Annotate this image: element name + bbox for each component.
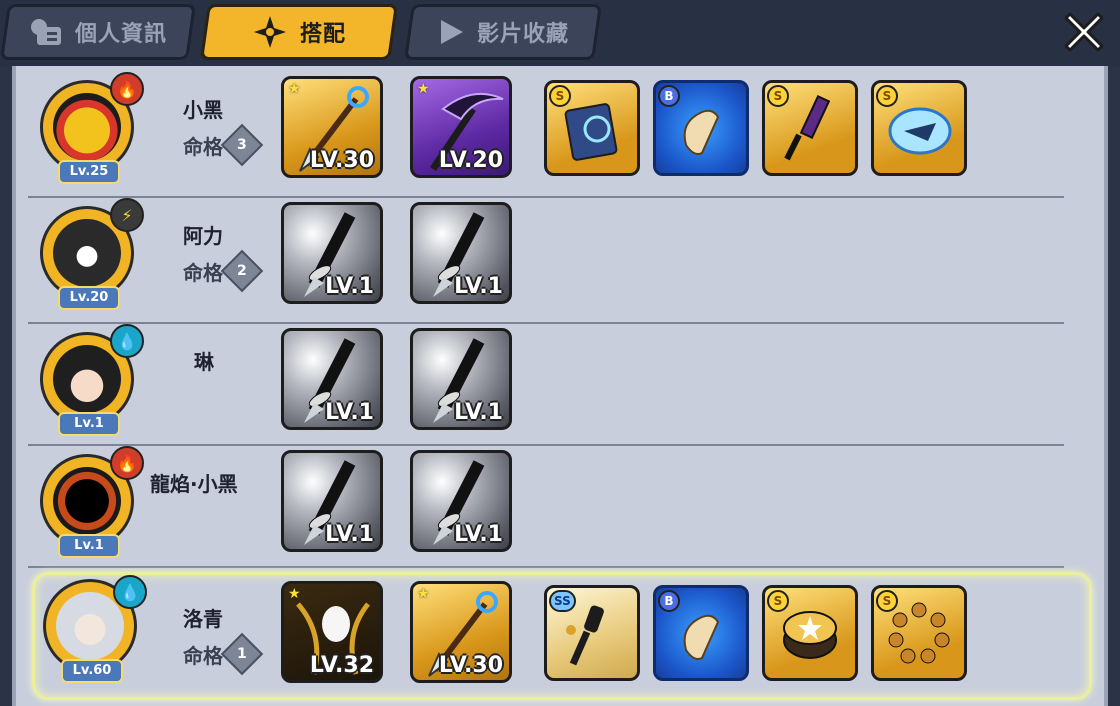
shuriken-icon (253, 16, 286, 48)
accessory-slot[interactable]: B (653, 585, 749, 681)
scepter-icon (566, 605, 604, 666)
accessory-slot[interactable]: B (653, 80, 749, 176)
tab-loadout[interactable]: 搭配 (200, 4, 398, 60)
character-row[interactable]: ⚡ Lv.20 阿力 命格 2 LV.1 LV.1 (28, 198, 1064, 324)
thunder-element-icon: ⚡ (110, 198, 144, 232)
character-row[interactable]: 🔥 Lv.1 龍焰·小黑 LV.1 LV.1 (28, 446, 1064, 572)
character-row-selected[interactable]: 💧 Lv.60 洛青 命格 1 ★ LV.32 ★ LV.30 SS B S S (32, 572, 1092, 700)
tab-videos-label: 影片收藏 (476, 22, 569, 47)
accessory-slot[interactable]: SS (544, 585, 640, 681)
weapon-level: LV.1 (454, 522, 503, 547)
fate-label-group: 命格 3 (183, 123, 264, 167)
fate-value: 2 (237, 263, 247, 279)
character-name: 琳 (194, 350, 214, 374)
star-drum-icon (783, 611, 837, 659)
profile-card-icon (30, 19, 61, 45)
fire-element-icon: 🔥 (110, 446, 144, 480)
magic-book-icon (564, 103, 618, 161)
character-name: 洛青 (183, 607, 223, 631)
scroll-icon (683, 109, 720, 155)
accessory-slot[interactable]: S (762, 585, 858, 681)
tab-profile-label: 個人資訊 (74, 22, 167, 47)
character-row[interactable]: 🔥 Lv.25 小黑 命格 3 ★ LV.30 ★ LV.20 S B S S (28, 72, 1064, 198)
level-badge: Lv.1 (58, 534, 120, 558)
weapon-level: LV.20 (438, 148, 503, 173)
weapon-level: LV.1 (325, 400, 374, 425)
weapon-slot[interactable]: ★ LV.20 (410, 76, 512, 178)
close-button[interactable] (1058, 6, 1110, 58)
accessory-slot[interactable]: S (871, 585, 967, 681)
play-icon (440, 20, 463, 44)
tab-profile[interactable]: 個人資訊 (0, 4, 196, 60)
weapon-level: LV.30 (438, 653, 503, 678)
fate-label: 命格 (183, 260, 223, 285)
level-badge: Lv.1 (58, 412, 120, 436)
bead-bracelet-icon (888, 602, 950, 664)
top-bar: 個人資訊 搭配 影片收藏 (0, 0, 1120, 66)
accessory-slot[interactable]: S (762, 80, 858, 176)
fate-label: 命格 (183, 643, 223, 668)
weapon-level: LV.1 (454, 400, 503, 425)
fate-label: 命格 (183, 134, 223, 159)
weapon-slot[interactable]: LV.1 (410, 328, 512, 430)
fate-badge: 3 (220, 123, 264, 167)
weapon-slot[interactable]: LV.1 (410, 450, 512, 552)
level-badge: Lv.20 (58, 286, 120, 310)
weapon-slot[interactable]: ★ LV.30 (281, 76, 383, 178)
weapon-slot[interactable]: LV.1 (281, 450, 383, 552)
weapon-level: LV.1 (325, 522, 374, 547)
weapon-slot[interactable]: ★ LV.32 (281, 581, 383, 683)
accessory-slot[interactable]: S (871, 80, 967, 176)
character-row[interactable]: 💧 Lv.1 琳 LV.1 LV.1 (28, 324, 1064, 450)
weapon-slot[interactable]: LV.1 (281, 328, 383, 430)
close-x-icon (1064, 12, 1104, 52)
row-divider (28, 566, 1064, 568)
water-element-icon: 💧 (110, 324, 144, 358)
ice-wing-icon (888, 107, 952, 155)
fate-value: 1 (237, 646, 247, 662)
water-element-icon: 💧 (113, 575, 147, 609)
character-name: 龍焰·小黑 (150, 472, 238, 496)
fate-label-group: 命格 2 (183, 249, 264, 293)
weapon-slot[interactable]: ★ LV.30 (410, 581, 512, 683)
weapon-level: LV.32 (309, 653, 374, 678)
character-name: 小黑 (183, 98, 223, 122)
fate-label-group: 命格 1 (183, 632, 264, 676)
accessory-slot[interactable]: S (544, 80, 640, 176)
dagger-hilt-icon (784, 95, 831, 161)
character-name: 阿力 (183, 224, 223, 248)
weapon-slot[interactable]: LV.1 (410, 202, 512, 304)
fire-element-icon: 🔥 (110, 72, 144, 106)
scroll-icon (683, 614, 720, 660)
weapon-slot[interactable]: LV.1 (281, 202, 383, 304)
level-badge: Lv.25 (58, 160, 120, 184)
weapon-level: LV.1 (325, 274, 374, 299)
level-badge: Lv.60 (61, 659, 123, 683)
tab-videos[interactable]: 影片收藏 (404, 4, 602, 60)
fate-value: 3 (237, 137, 247, 153)
fate-badge: 1 (220, 632, 264, 676)
tab-loadout-label: 搭配 (299, 22, 346, 47)
weapon-level: LV.30 (309, 148, 374, 173)
fate-badge: 2 (220, 249, 264, 293)
weapon-level: LV.1 (454, 274, 503, 299)
